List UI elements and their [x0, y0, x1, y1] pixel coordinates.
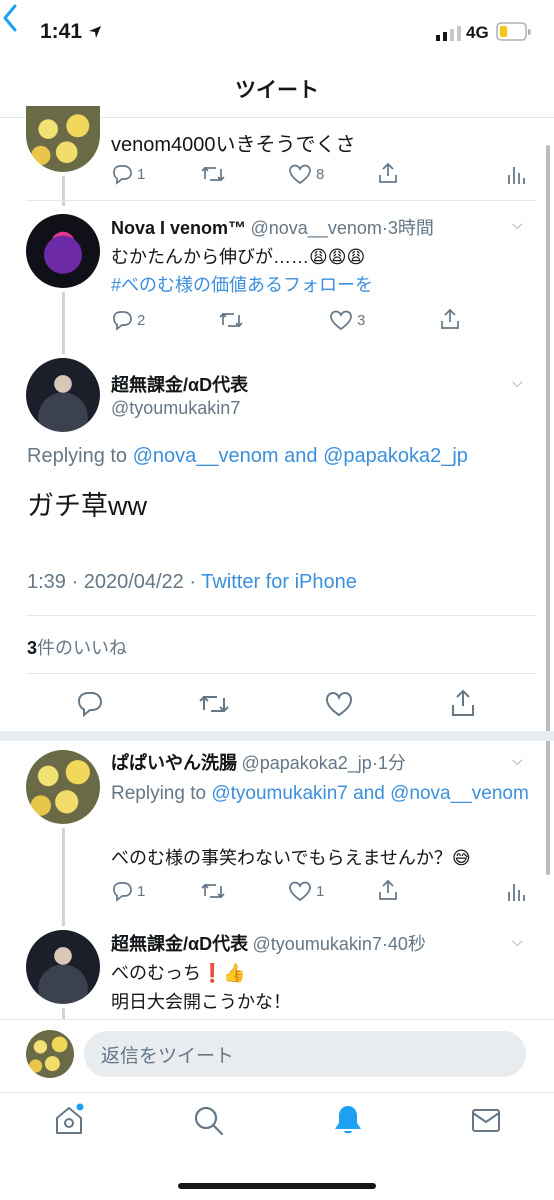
chevron-down-icon[interactable]: ⌵	[512, 752, 523, 769]
tweet-text-line-1: べのむっち❗👍	[111, 963, 246, 983]
avatar[interactable]	[26, 750, 100, 824]
scrollbar[interactable]	[546, 145, 550, 875]
heart-icon	[289, 881, 311, 902]
author-name[interactable]: 超無課金/αD代表	[111, 934, 248, 954]
notifications-bell-icon[interactable]	[333, 1104, 363, 1136]
replying-to: Replying to @nova__venom and @papakoka2_…	[27, 445, 468, 468]
page-title: ツイート	[235, 79, 319, 102]
like-count: 3	[357, 311, 366, 329]
retweet-icon[interactable]	[198, 691, 230, 717]
location-arrow-icon	[89, 26, 101, 38]
retweet-icon[interactable]	[200, 163, 226, 185]
likes-summary[interactable]: 3件のいいね	[27, 634, 127, 660]
share-icon[interactable]	[376, 878, 400, 902]
hashtag-link[interactable]: #べのむ様の価値あるフォローを	[111, 271, 373, 297]
reply-count: 2	[137, 311, 146, 329]
analytics-icon[interactable]	[506, 880, 526, 902]
composer-divider	[0, 1019, 554, 1020]
tweet-time: ·3時間	[381, 218, 434, 238]
avatar[interactable]	[26, 930, 100, 1004]
author-handle[interactable]: @papakoka2_jp	[241, 753, 371, 773]
search-icon[interactable]	[193, 1105, 225, 1137]
section-separator	[0, 731, 554, 741]
composer-avatar	[26, 1030, 74, 1078]
reply-icon	[113, 165, 132, 185]
mention-link[interactable]: @papakoka2_jp	[323, 445, 468, 467]
heart-icon	[330, 310, 352, 331]
thread-line	[62, 176, 65, 206]
reply-action[interactable]: 2	[111, 309, 145, 331]
mention-link[interactable]: @tyoumukakin7	[211, 783, 348, 804]
thread-line	[62, 828, 65, 926]
author-handle[interactable]: @nova__venom	[251, 218, 382, 238]
reply-placeholder: 返信をツイート	[101, 1046, 235, 1067]
tweet-meta: 1:39 · 2020/04/22 · Twitter for iPhone	[27, 571, 357, 594]
tabbar-divider	[0, 1092, 554, 1093]
tweet-text: venom4000いきそうでくさ	[111, 134, 356, 156]
retweet-icon[interactable]	[200, 880, 226, 902]
tweet-text: むかたんから伸びが……😩😩😩	[111, 247, 366, 267]
author-handle[interactable]: @tyoumukakin7	[253, 934, 382, 954]
client-link[interactable]: Twitter for iPhone	[201, 571, 357, 593]
tweet-datetime: 1:39 · 2020/04/22 ·	[27, 571, 197, 593]
reply-count: 1	[137, 165, 146, 183]
status-time: 1:41	[40, 20, 83, 43]
like-count: 1	[316, 882, 325, 900]
like-count: 8	[316, 165, 325, 183]
tweet-text-line-2: 明日大会開こうかな！	[111, 992, 291, 1012]
divider	[26, 673, 536, 674]
thread-line	[62, 292, 65, 354]
heart-icon	[289, 164, 311, 185]
mention-link[interactable]: @nova__venom	[390, 783, 529, 804]
author-name[interactable]: 超無課金/αD代表	[111, 371, 248, 397]
share-icon[interactable]	[376, 161, 400, 185]
divider	[26, 615, 536, 616]
home-indicator[interactable]	[178, 1183, 376, 1189]
replying-label: Replying to	[111, 783, 207, 804]
share-icon[interactable]	[449, 688, 477, 718]
reply-count: 1	[137, 882, 146, 900]
likes-label: 件のいいね	[37, 638, 128, 658]
reply-icon	[113, 311, 132, 331]
messages-mail-icon[interactable]	[471, 1108, 501, 1134]
author-handle[interactable]: @tyoumukakin7	[111, 398, 240, 419]
like-action[interactable]: 1	[288, 880, 324, 902]
divider	[26, 200, 536, 201]
back-chevron-icon[interactable]	[0, 0, 22, 36]
chevron-down-icon[interactable]: ⌵	[512, 933, 523, 950]
retweet-icon[interactable]	[218, 309, 244, 331]
tweet-text: ガチ草ww	[27, 491, 147, 521]
heart-icon[interactable]	[324, 690, 354, 718]
home-icon[interactable]	[54, 1103, 86, 1137]
mention-link[interactable]: @nova__venom	[133, 445, 279, 467]
and-label: and	[284, 445, 318, 467]
chevron-down-icon[interactable]: ⌵	[512, 216, 523, 233]
network-type: 4G	[466, 23, 489, 42]
tweet-time: ·40秒	[381, 934, 426, 954]
likes-number: 3	[27, 638, 38, 658]
avatar[interactable]	[26, 214, 100, 288]
chevron-down-icon[interactable]: ⌵	[512, 374, 523, 391]
and-label: and	[353, 783, 385, 804]
replying-label: Replying to	[27, 445, 128, 467]
share-icon[interactable]	[438, 307, 462, 331]
replying-to: Replying to @tyoumukakin7 and @nova__ven…	[111, 779, 531, 809]
signal-icon	[436, 26, 461, 41]
like-action[interactable]: 8	[288, 163, 324, 185]
tweet-text: べのむ様の事笑わないでもらえませんか？😅	[111, 848, 471, 868]
avatar[interactable]	[26, 106, 100, 172]
tweet-time: ·1分	[371, 753, 406, 773]
author-name[interactable]: Nova I venom™	[111, 218, 246, 238]
reply-action[interactable]: 1	[111, 880, 145, 902]
reply-icon	[113, 882, 132, 902]
avatar[interactable]	[26, 358, 100, 432]
author-name[interactable]: ぱぱいやん洗腸	[111, 753, 237, 773]
battery-icon	[496, 22, 531, 41]
analytics-icon[interactable]	[506, 163, 526, 185]
reply-action[interactable]: 1	[111, 163, 145, 185]
like-action[interactable]: 3	[329, 309, 365, 331]
reply-icon[interactable]	[76, 690, 104, 718]
